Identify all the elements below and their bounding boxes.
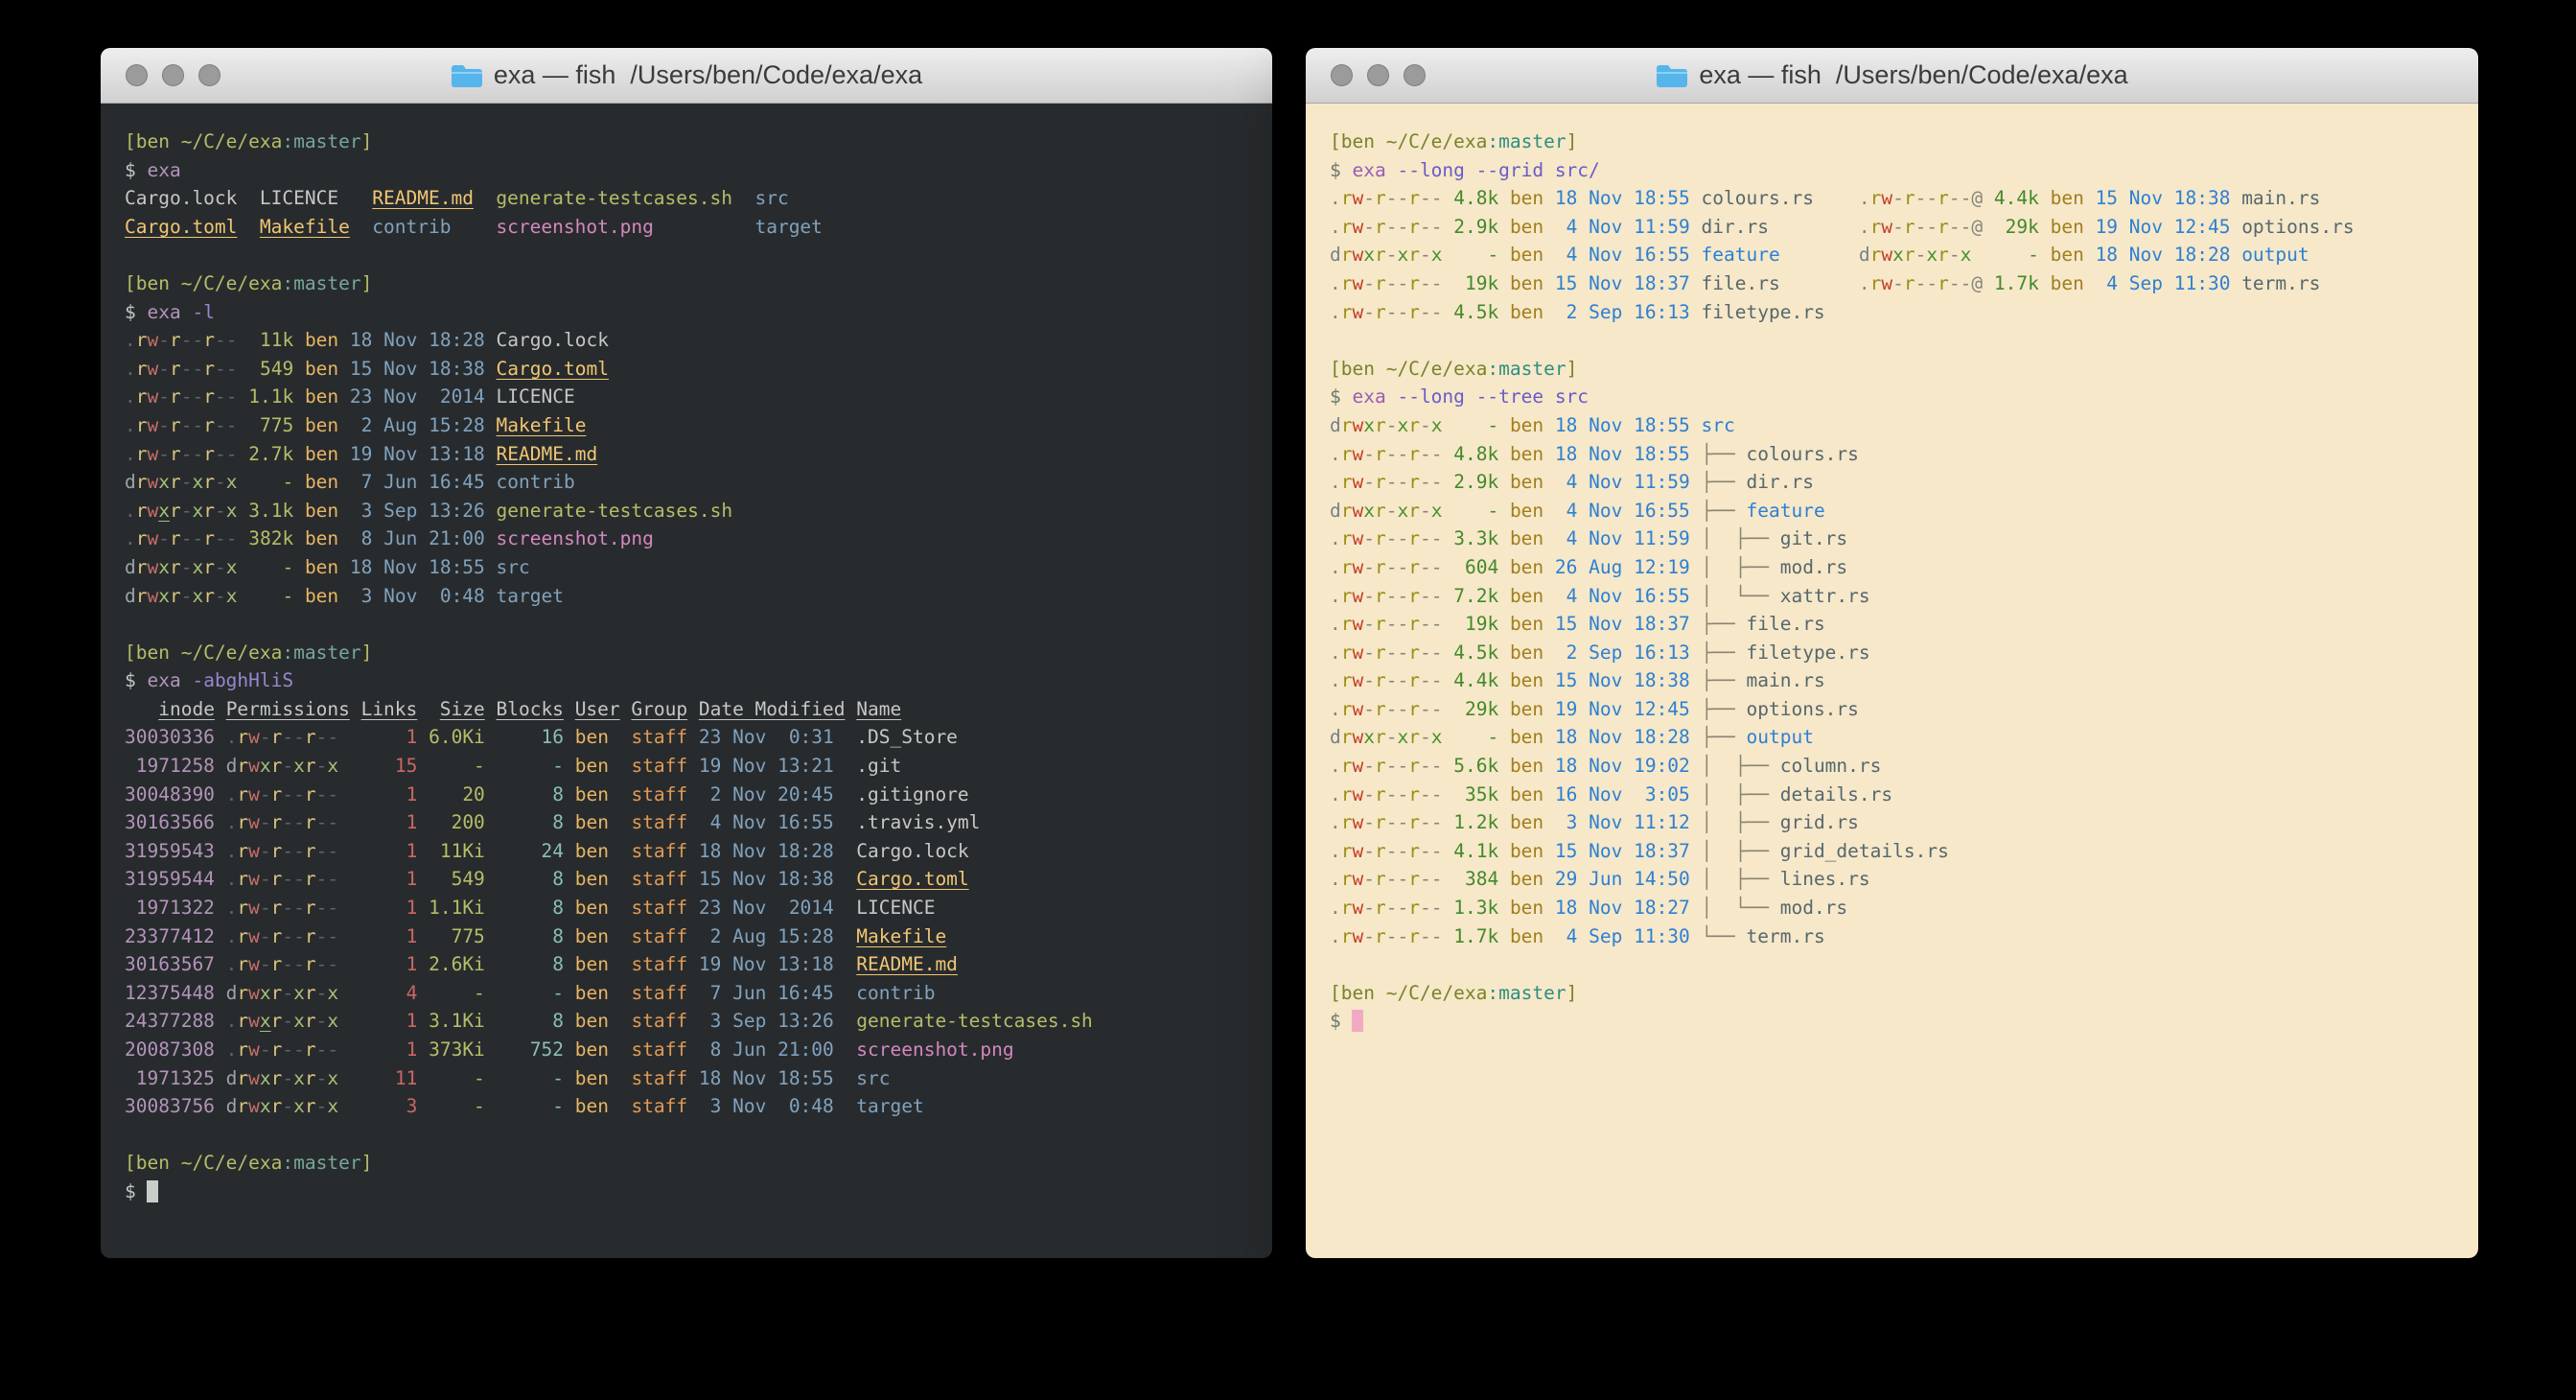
terminal-line: .rw-r--r-- 3.3k ben 4 Nov 11:59 │ ├── gi…	[1330, 525, 2478, 553]
terminal-line: $ exa --long --tree src	[1330, 383, 2478, 411]
terminal-line: $ exa -abghHliS	[125, 666, 1272, 695]
terminal-line: 24377288 .rwxr-xr-x 1 3.1Ki 8 ben staff …	[125, 1007, 1272, 1036]
terminal-line: .rw-r--r-- 382k ben 8 Jun 21:00 screensh…	[125, 525, 1272, 553]
terminal-line: $ exa --long --grid src/	[1330, 156, 2478, 185]
zoom-button[interactable]	[1404, 64, 1426, 86]
terminal-line: 23377412 .rw-r--r-- 1 775 8 ben staff 2 …	[125, 922, 1272, 951]
close-button[interactable]	[126, 64, 148, 86]
terminal-line: $ exa -l	[125, 298, 1272, 327]
terminal-window-light: exa — fish /Users/ben/Code/exa/exa [ben …	[1306, 48, 2478, 1258]
terminal-line: .rw-r--r-- 1.3k ben 18 Nov 18:27 │ └── m…	[1330, 894, 2478, 922]
terminal-line: 1971258 drwxr-xr-x 15 - - ben staff 19 N…	[125, 752, 1272, 781]
cursor	[1352, 1010, 1363, 1032]
terminal-line	[1330, 326, 2478, 355]
terminal-line: .rw-r--r-- 5.6k ben 18 Nov 19:02 │ ├── c…	[1330, 752, 2478, 781]
terminal-line: .rw-r--r-- 384 ben 29 Jun 14:50 │ ├── li…	[1330, 865, 2478, 894]
terminal-line: [ben ~/C/e/exa:master]	[125, 1149, 1272, 1178]
terminal-line: .rw-r--r-- 29k ben 19 Nov 12:45 ├── opti…	[1330, 695, 2478, 724]
terminal-line: inode Permissions Links Size Blocks User…	[125, 695, 1272, 724]
terminal-line	[125, 610, 1272, 639]
terminal-line: .rw-r--r-- 11k ben 18 Nov 18:28 Cargo.lo…	[125, 326, 1272, 355]
terminal-line: 30030336 .rw-r--r-- 1 6.0Ki 16 ben staff…	[125, 723, 1272, 752]
terminal-line: .rw-r--r-- 2.9k ben 4 Nov 11:59 ├── dir.…	[1330, 468, 2478, 497]
terminal-line	[125, 1121, 1272, 1150]
cursor	[147, 1180, 158, 1202]
terminal-window-dark: exa — fish /Users/ben/Code/exa/exa [ben …	[101, 48, 1272, 1258]
terminal-line: 30048390 .rw-r--r-- 1 20 8 ben staff 2 N…	[125, 781, 1272, 809]
traffic-lights	[1331, 48, 1426, 103]
terminal-line: $	[125, 1178, 1272, 1206]
minimize-button[interactable]	[1367, 64, 1389, 86]
terminal-line: .rw-r--r-- 4.4k ben 15 Nov 18:38 ├── mai…	[1330, 666, 2478, 695]
terminal-line: drwxr-xr-x - ben 4 Nov 16:55 feature drw…	[1330, 241, 2478, 269]
minimize-button[interactable]	[162, 64, 184, 86]
terminal-line: drwxr-xr-x - ben 7 Jun 16:45 contrib	[125, 468, 1272, 497]
terminal-line: [ben ~/C/e/exa:master]	[1330, 128, 2478, 156]
terminal-line: .rw-r--r-- 1.7k ben 4 Sep 11:30 └── term…	[1330, 922, 2478, 951]
traffic-lights	[126, 48, 220, 103]
terminal-line: .rw-r--r-- 4.1k ben 15 Nov 18:37 │ ├── g…	[1330, 837, 2478, 866]
terminal-line: [ben ~/C/e/exa:master]	[125, 639, 1272, 667]
terminal-line: drwxr-xr-x - ben 18 Nov 18:28 ├── output	[1330, 723, 2478, 752]
terminal-line	[1330, 950, 2478, 979]
terminal-line: 1971322 .rw-r--r-- 1 1.1Ki 8 ben staff 2…	[125, 894, 1272, 922]
terminal-line: .rw-r--r-- 19k ben 15 Nov 18:37 file.rs …	[1330, 269, 2478, 298]
terminal-line: .rw-r--r-- 4.5k ben 2 Sep 16:13 ├── file…	[1330, 639, 2478, 667]
terminal-line: .rwxr-xr-x 3.1k ben 3 Sep 13:26 generate…	[125, 497, 1272, 525]
terminal-line: [ben ~/C/e/exa:master]	[125, 128, 1272, 156]
terminal-line: 30163566 .rw-r--r-- 1 200 8 ben staff 4 …	[125, 808, 1272, 837]
terminal-line: 31959544 .rw-r--r-- 1 549 8 ben staff 15…	[125, 865, 1272, 894]
terminal-line: .rw-r--r-- 35k ben 16 Nov 3:05 │ ├── det…	[1330, 781, 2478, 809]
terminal-line: Cargo.lock LICENCE README.md generate-te…	[125, 184, 1272, 213]
terminal-output[interactable]: [ben ~/C/e/exa:master]$ exaCargo.lock LI…	[125, 128, 1272, 1206]
terminal-line: .rw-r--r-- 549 ben 15 Nov 18:38 Cargo.to…	[125, 355, 1272, 384]
desktop: { "palette": { "dark": { "background": "…	[0, 0, 2576, 1400]
folder-icon	[451, 62, 483, 88]
terminal-line	[125, 241, 1272, 269]
terminal-line: .rw-r--r-- 2.7k ben 19 Nov 13:18 README.…	[125, 440, 1272, 469]
terminal-line: [ben ~/C/e/exa:master]	[125, 269, 1272, 298]
terminal-line: 30083756 drwxr-xr-x 3 - - ben staff 3 No…	[125, 1092, 1272, 1121]
terminal-line: .rw-r--r-- 4.8k ben 18 Nov 18:55 ├── col…	[1330, 440, 2478, 469]
terminal-line: $ exa	[125, 156, 1272, 185]
terminal-line: .rw-r--r-- 7.2k ben 4 Nov 16:55 │ └── xa…	[1330, 582, 2478, 611]
terminal-line: .rw-r--r-- 775 ben 2 Aug 15:28 Makefile	[125, 411, 1272, 440]
titlebar[interactable]: exa — fish /Users/ben/Code/exa/exa	[1306, 48, 2478, 104]
terminal-line: .rw-r--r-- 4.8k ben 18 Nov 18:55 colours…	[1330, 184, 2478, 213]
terminal-line: 1971325 drwxr-xr-x 11 - - ben staff 18 N…	[125, 1064, 1272, 1093]
terminal-line: 12375448 drwxr-xr-x 4 - - ben staff 7 Ju…	[125, 979, 1272, 1008]
terminal-line: [ben ~/C/e/exa:master]	[1330, 979, 2478, 1008]
terminal-line: .rw-r--r-- 1.2k ben 3 Nov 11:12 │ ├── gr…	[1330, 808, 2478, 837]
window-title: exa — fish /Users/ben/Code/exa/exa	[1699, 60, 2127, 90]
terminal-line: drwxr-xr-x - ben 3 Nov 0:48 target	[125, 582, 1272, 611]
terminal-line: .rw-r--r-- 1.1k ben 23 Nov 2014 LICENCE	[125, 383, 1272, 411]
close-button[interactable]	[1331, 64, 1353, 86]
zoom-button[interactable]	[198, 64, 220, 86]
terminal-line: Cargo.toml Makefile contrib screenshot.p…	[125, 213, 1272, 242]
terminal-line: $	[1330, 1007, 2478, 1036]
terminal-line: .rw-r--r-- 2.9k ben 4 Nov 11:59 dir.rs .…	[1330, 213, 2478, 242]
terminal-line: drwxr-xr-x - ben 18 Nov 18:55 src	[1330, 411, 2478, 440]
terminal-line: drwxr-xr-x - ben 18 Nov 18:55 src	[125, 553, 1272, 582]
terminal-line: .rw-r--r-- 4.5k ben 2 Sep 16:13 filetype…	[1330, 298, 2478, 327]
terminal-line: [ben ~/C/e/exa:master]	[1330, 355, 2478, 384]
terminal-output[interactable]: [ben ~/C/e/exa:master]$ exa --long --gri…	[1330, 128, 2478, 1036]
terminal-line: drwxr-xr-x - ben 4 Nov 16:55 ├── feature	[1330, 497, 2478, 525]
folder-icon	[1656, 62, 1688, 88]
terminal-line: .rw-r--r-- 19k ben 15 Nov 18:37 ├── file…	[1330, 610, 2478, 639]
terminal-line: 31959543 .rw-r--r-- 1 11Ki 24 ben staff …	[125, 837, 1272, 866]
titlebar[interactable]: exa — fish /Users/ben/Code/exa/exa	[101, 48, 1272, 104]
terminal-line: 20087308 .rw-r--r-- 1 373Ki 752 ben staf…	[125, 1036, 1272, 1064]
terminal-line: 30163567 .rw-r--r-- 1 2.6Ki 8 ben staff …	[125, 950, 1272, 979]
window-title: exa — fish /Users/ben/Code/exa/exa	[494, 60, 922, 90]
terminal-line: .rw-r--r-- 604 ben 26 Aug 12:19 │ ├── mo…	[1330, 553, 2478, 582]
